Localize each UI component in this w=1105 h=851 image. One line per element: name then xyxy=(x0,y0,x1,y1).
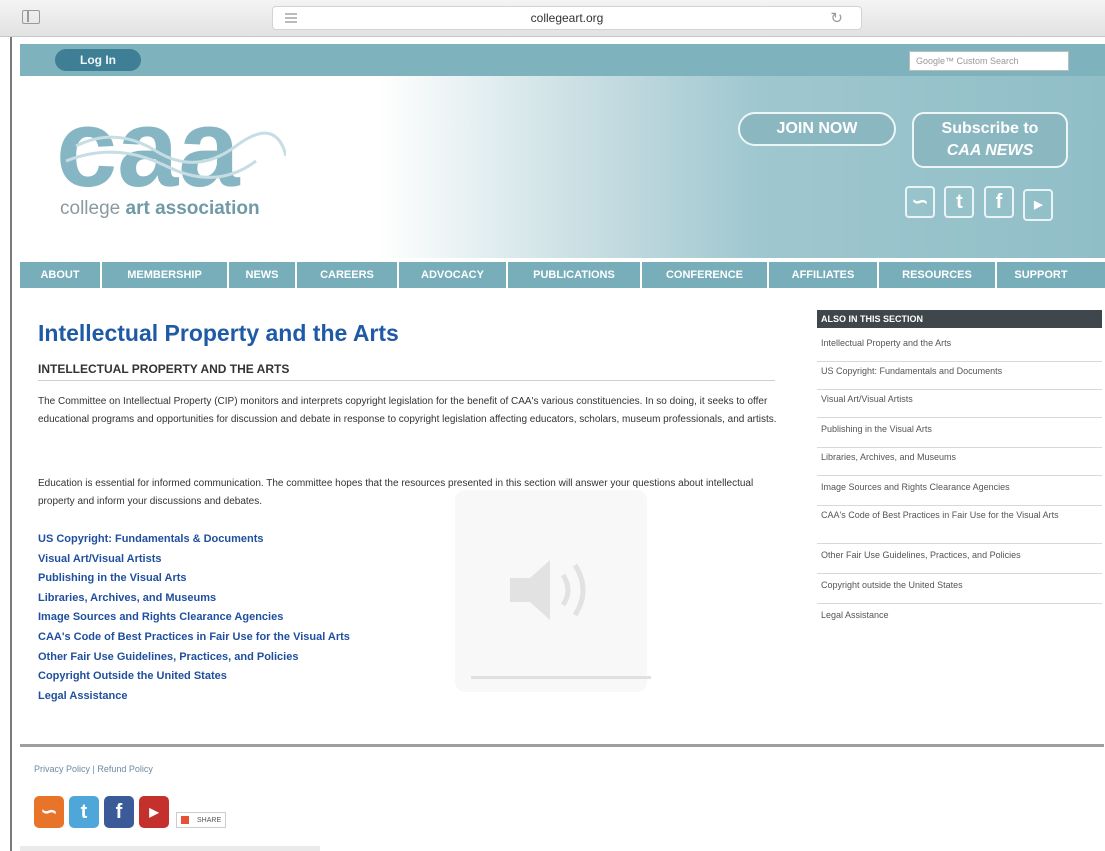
link-image-sources[interactable]: Image Sources and Rights Clearance Agenc… xyxy=(38,608,350,628)
main-nav: ABOUT MEMBERSHIP NEWS CAREERS ADVOCACY P… xyxy=(20,262,1105,288)
footer-links: Privacy Policy | Refund Policy xyxy=(34,764,153,774)
logo-tagline: college art association xyxy=(60,198,260,220)
nav-item-advocacy[interactable]: ADVOCACY xyxy=(399,262,508,288)
nav-item-affiliates[interactable]: AFFILIATES xyxy=(769,262,879,288)
browser-toolbar: collegeart.org ↻ xyxy=(0,0,1105,37)
speaker-icon xyxy=(510,560,586,620)
link-copyright-outside-us[interactable]: Copyright Outside the United States xyxy=(38,667,350,687)
sidebar-toggle-icon[interactable] xyxy=(22,10,40,24)
footer-facebook-icon[interactable]: f xyxy=(104,796,134,828)
youtube-icon[interactable]: ▶ xyxy=(1023,189,1054,221)
sidebar-item-copyright-outside[interactable]: Copyright outside the United States xyxy=(817,580,1102,604)
top-strip: Log In Google™ Custom Search xyxy=(20,44,1105,76)
reload-icon[interactable]: ↻ xyxy=(830,9,843,27)
address-bar[interactable]: collegeart.org ↻ xyxy=(272,6,862,30)
audio-overlay xyxy=(455,490,651,692)
caa-logo[interactable]: caa xyxy=(56,87,288,210)
heading-divider xyxy=(38,380,775,381)
share-widget[interactable]: SHARE xyxy=(176,812,227,828)
sidebar-item-us-copyright[interactable]: US Copyright: Fundamentals and Documents xyxy=(817,366,1102,390)
footer-youtube-icon[interactable]: ▶ xyxy=(139,796,169,828)
tagline-college: college xyxy=(60,198,121,219)
nav-item-about[interactable]: ABOUT xyxy=(20,262,102,288)
link-libraries[interactable]: Libraries, Archives, and Museums xyxy=(38,589,350,609)
sidebar-item-code-best-practices[interactable]: CAA's Code of Best Practices in Fair Use… xyxy=(817,510,1102,544)
search-input[interactable]: Google™ Custom Search xyxy=(909,51,1069,71)
nav-item-publications[interactable]: PUBLICATIONS xyxy=(508,262,642,288)
tagline-art-association: art association xyxy=(125,198,260,219)
logo-text: caa xyxy=(56,106,240,196)
second-paragraph: Education is essential for informed comm… xyxy=(38,478,754,507)
nav-item-conference[interactable]: CONFERENCE xyxy=(642,262,769,288)
sidebar-item-ip-arts[interactable]: Intellectual Property and the Arts xyxy=(817,338,1102,362)
nav-item-resources[interactable]: RESOURCES xyxy=(879,262,997,288)
rss-icon[interactable]: ∽ xyxy=(905,186,935,218)
sidebar-item-fair-use[interactable]: Other Fair Use Guidelines, Practices, an… xyxy=(817,550,1102,574)
footer-divider xyxy=(20,744,1104,747)
page-title: Intellectual Property and the Arts xyxy=(38,320,399,346)
sidebar-item-libraries[interactable]: Libraries, Archives, and Museums xyxy=(817,452,1102,476)
share-label: SHARE xyxy=(197,816,222,824)
nav-item-membership[interactable]: MEMBERSHIP xyxy=(102,262,229,288)
subscribe-button[interactable]: Subscribe to CAA NEWS xyxy=(912,112,1068,168)
sidebar-item-image-sources[interactable]: Image Sources and Rights Clearance Agenc… xyxy=(817,482,1102,506)
link-visual-artists[interactable]: Visual Art/Visual Artists xyxy=(38,550,350,570)
footer-twitter-icon[interactable]: t xyxy=(69,796,99,828)
copyright-strip xyxy=(20,846,320,851)
facebook-icon[interactable]: f xyxy=(983,186,1014,218)
link-fair-use-guidelines[interactable]: Other Fair Use Guidelines, Practices, an… xyxy=(38,648,350,668)
link-us-copyright[interactable]: US Copyright: Fundamentals & Documents xyxy=(38,530,350,550)
twitter-icon[interactable]: t xyxy=(944,186,975,218)
link-publishing[interactable]: Publishing in the Visual Arts xyxy=(38,569,350,589)
footer-social-row: ∽ t f ▶ SHARE xyxy=(34,796,227,828)
join-now-button[interactable]: JOIN NOW xyxy=(738,112,896,146)
link-legal-assistance[interactable]: Legal Assistance xyxy=(38,687,350,707)
nav-item-careers[interactable]: CAREERS xyxy=(297,262,399,288)
subscribe-line2: CAA NEWS xyxy=(946,142,1034,159)
subscribe-line1: Subscribe to xyxy=(941,120,1039,137)
sidebar-item-publishing[interactable]: Publishing in the Visual Arts xyxy=(817,424,1102,448)
sidebar-heading: ALSO IN THIS SECTION xyxy=(817,310,1102,328)
refund-policy-link[interactable]: Refund Policy xyxy=(97,764,153,774)
nav-item-support[interactable]: SUPPORT xyxy=(997,262,1085,288)
sidebar-item-legal-assistance[interactable]: Legal Assistance xyxy=(817,610,1102,634)
audio-progress-bar xyxy=(471,676,651,679)
site-header: Log In Google™ Custom Search caa college… xyxy=(20,44,1105,288)
sidebar-item-visual-artists[interactable]: Visual Art/Visual Artists xyxy=(817,394,1102,418)
footer-rss-icon[interactable]: ∽ xyxy=(34,796,64,828)
link-code-best-practices[interactable]: CAA's Code of Best Practices in Fair Use… xyxy=(38,628,350,648)
intro-paragraph: The Committee on Intellectual Property (… xyxy=(38,396,777,425)
nav-item-news[interactable]: NEWS xyxy=(229,262,297,288)
login-button[interactable]: Log In xyxy=(55,49,141,71)
url-text: collegeart.org xyxy=(530,11,604,25)
page-border xyxy=(10,37,12,851)
header-social-row: ∽ t f ▶ xyxy=(905,186,1058,221)
share-icon xyxy=(181,816,189,824)
resource-links: US Copyright: Fundamentals & Documents V… xyxy=(38,530,350,706)
section-heading: INTELLECTUAL PROPERTY AND THE ARTS xyxy=(38,362,290,376)
privacy-policy-link[interactable]: Privacy Policy xyxy=(34,764,90,774)
